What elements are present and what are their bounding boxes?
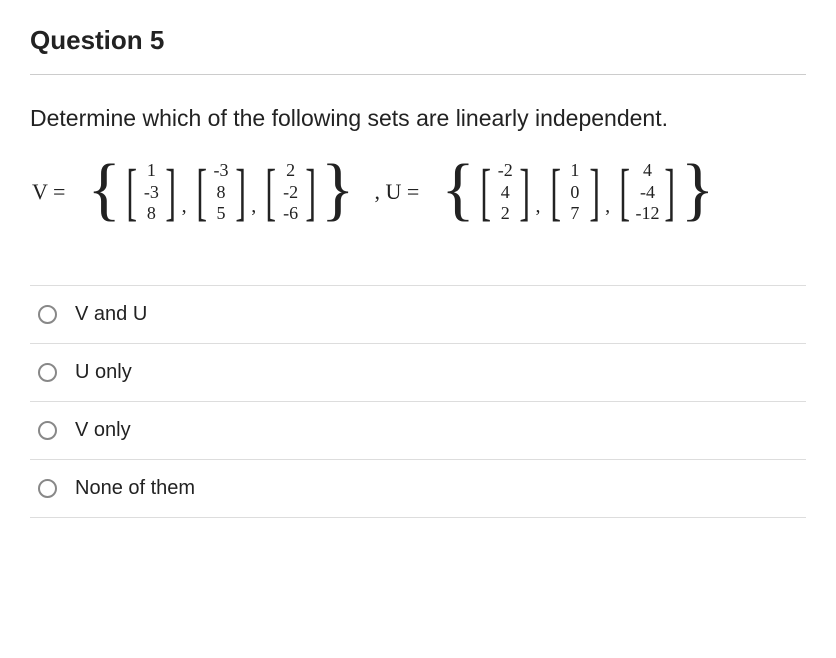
set-u: { [ -2 4 2 ] , [ 1 0 7 ] , [427,160,728,225]
right-bracket-icon: ] [665,170,676,215]
set-u-vectors: [ -2 4 2 ] , [ 1 0 7 ] , [ [475,160,681,225]
vector: [ 4 -4 -12 ] [614,160,681,225]
option-none[interactable]: None of them [30,460,806,518]
vector-column: 1 -3 8 [142,160,160,225]
right-bracket-icon: ] [235,170,246,215]
matrix-cell: -6 [282,203,300,225]
option-label: U only [75,361,132,384]
left-bracket-icon: [ [196,170,207,215]
option-u-only[interactable]: U only [30,344,806,402]
right-brace-icon: } [321,169,355,211]
vector-column: -3 8 5 [212,160,230,225]
set-v-vectors: [ 1 -3 8 ] , [ -3 8 5 ] , [ [121,160,321,225]
separator: , [182,195,187,218]
matrix-cell: -2 [496,160,514,182]
vector: [ 1 0 7 ] [545,160,606,225]
left-bracket-icon: [ [619,170,630,215]
option-label: V only [75,419,131,442]
set-u-label: , U = [375,179,420,205]
math-expression: V = { [ 1 -3 8 ] , [ -3 8 5 ] [32,160,806,225]
left-bracket-icon: [ [550,170,561,215]
vector-column: 2 -2 -6 [282,160,300,225]
left-bracket-icon: [ [480,170,491,215]
answer-options: V and U U only V only None of them [30,285,806,518]
separator: , [536,195,541,218]
left-bracket-icon: [ [266,170,277,215]
set-v: { [ 1 -3 8 ] , [ -3 8 5 ] , [73,160,368,225]
matrix-cell: 5 [212,203,230,225]
vector: [ 1 -3 8 ] [121,160,182,225]
option-v-and-u[interactable]: V and U [30,285,806,344]
radio-icon [38,363,57,382]
set-v-label: V = [32,179,65,205]
vector: [ 2 -2 -6 ] [260,160,321,225]
left-brace-icon: { [87,169,121,211]
radio-icon [38,479,57,498]
matrix-cell: 1 [142,160,160,182]
matrix-cell: -2 [282,182,300,204]
left-brace-icon: { [441,169,475,211]
radio-icon [38,421,57,440]
matrix-cell: 2 [282,160,300,182]
right-bracket-icon: ] [520,170,531,215]
matrix-cell: 0 [566,182,584,204]
matrix-cell: -3 [212,160,230,182]
vector-column: -2 4 2 [496,160,514,225]
matrix-cell: 2 [496,203,514,225]
matrix-cell: 1 [566,160,584,182]
matrix-cell: 4 [496,182,514,204]
separator: , [251,195,256,218]
option-label: None of them [75,477,195,500]
matrix-cell: 7 [566,203,584,225]
right-brace-icon: } [681,169,715,211]
separator: , [605,195,610,218]
right-bracket-icon: ] [589,170,600,215]
vector-column: 4 -4 -12 [635,160,659,225]
vector: [ -3 8 5 ] [191,160,252,225]
option-v-only[interactable]: V only [30,402,806,460]
vector: [ -2 4 2 ] [475,160,536,225]
vector-column: 1 0 7 [566,160,584,225]
matrix-cell: -3 [142,182,160,204]
matrix-cell: 8 [142,203,160,225]
right-bracket-icon: ] [166,170,177,215]
matrix-cell: 4 [638,160,656,182]
option-label: V and U [75,303,147,326]
radio-icon [38,305,57,324]
matrix-cell: -12 [635,203,659,225]
right-bracket-icon: ] [305,170,316,215]
matrix-cell: 8 [212,182,230,204]
question-title: Question 5 [30,25,806,75]
matrix-cell: -4 [638,182,656,204]
left-bracket-icon: [ [126,170,137,215]
question-prompt: Determine which of the following sets ar… [30,105,806,132]
